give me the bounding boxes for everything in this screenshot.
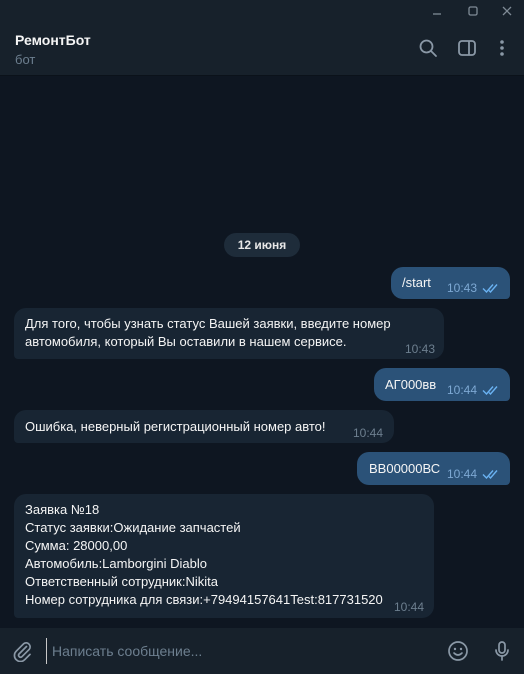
message-text: Для того, чтобы узнать статус Вашей заяв… bbox=[25, 316, 391, 349]
close-window-button[interactable] bbox=[492, 0, 522, 22]
voice-message-button[interactable] bbox=[490, 639, 514, 663]
read-ticks-icon bbox=[482, 469, 500, 479]
message-meta: 10:44 bbox=[447, 467, 500, 481]
microphone-icon bbox=[495, 641, 509, 661]
message-list[interactable]: 12 июня /start 10:43 Для того, чтобы узн… bbox=[0, 76, 524, 628]
message-meta: 10:43 bbox=[447, 281, 500, 295]
message-text: ВВ00000ВС bbox=[369, 461, 441, 476]
message-bubble-outgoing[interactable]: АГ000вв 10:44 bbox=[374, 368, 510, 401]
message-time: 10:44 bbox=[447, 467, 478, 481]
message-text: /start bbox=[402, 275, 431, 290]
maximize-icon bbox=[468, 6, 478, 16]
minimize-button[interactable] bbox=[422, 0, 452, 22]
search-icon bbox=[419, 39, 437, 57]
attach-button[interactable] bbox=[10, 639, 34, 663]
sidebar-toggle-button[interactable] bbox=[455, 36, 479, 60]
chat-header[interactable]: РемонтБот бот bbox=[0, 22, 524, 76]
read-ticks-icon bbox=[482, 385, 500, 395]
date-separator: 12 июня bbox=[224, 233, 300, 257]
minimize-icon bbox=[433, 13, 441, 15]
telegram-window: РемонтБот бот 12 июня /start 10:43 Для т… bbox=[0, 0, 524, 674]
read-ticks-icon bbox=[482, 283, 500, 293]
message-time: 10:44 bbox=[353, 426, 384, 440]
message-time: 10:43 bbox=[447, 281, 478, 295]
message-bubble-incoming[interactable]: Ошибка, неверный регистрационный номер а… bbox=[14, 410, 394, 443]
message-time: 10:44 bbox=[394, 600, 425, 614]
maximize-button[interactable] bbox=[458, 0, 488, 22]
sidebar-panel-icon bbox=[458, 40, 476, 56]
message-text: Ошибка, неверный регистрационный номер а… bbox=[25, 419, 326, 434]
emoji-button[interactable] bbox=[446, 639, 470, 663]
message-meta: 10:44 bbox=[447, 383, 500, 397]
paperclip-icon bbox=[13, 642, 31, 662]
chat-subtitle: бот bbox=[15, 52, 36, 67]
message-composer bbox=[0, 628, 524, 674]
message-input[interactable] bbox=[46, 638, 426, 664]
more-vertical-icon bbox=[500, 40, 504, 56]
more-options-button[interactable] bbox=[490, 36, 514, 60]
emoji-icon bbox=[448, 641, 468, 661]
message-bubble-incoming[interactable]: Заявка №18 Статус заявки:Ожидание запчас… bbox=[14, 494, 434, 618]
message-meta: 10:43 bbox=[405, 342, 435, 356]
message-bubble-incoming[interactable]: Для того, чтобы узнать статус Вашей заяв… bbox=[14, 308, 444, 359]
close-icon bbox=[502, 6, 512, 16]
message-time: 10:43 bbox=[405, 342, 436, 356]
message-time: 10:44 bbox=[447, 383, 478, 397]
message-meta: 10:44 bbox=[394, 600, 424, 614]
message-bubble-outgoing[interactable]: /start 10:43 bbox=[391, 267, 510, 299]
message-text: АГ000вв bbox=[385, 377, 437, 392]
message-bubble-outgoing[interactable]: ВВ00000ВС 10:44 bbox=[357, 452, 510, 485]
title-bar bbox=[0, 0, 524, 22]
search-button[interactable] bbox=[416, 36, 440, 60]
message-text: Заявка №18 Статус заявки:Ожидание запчас… bbox=[25, 502, 383, 607]
chat-title[interactable]: РемонтБот bbox=[15, 32, 91, 48]
message-meta: 10:44 bbox=[353, 426, 383, 440]
